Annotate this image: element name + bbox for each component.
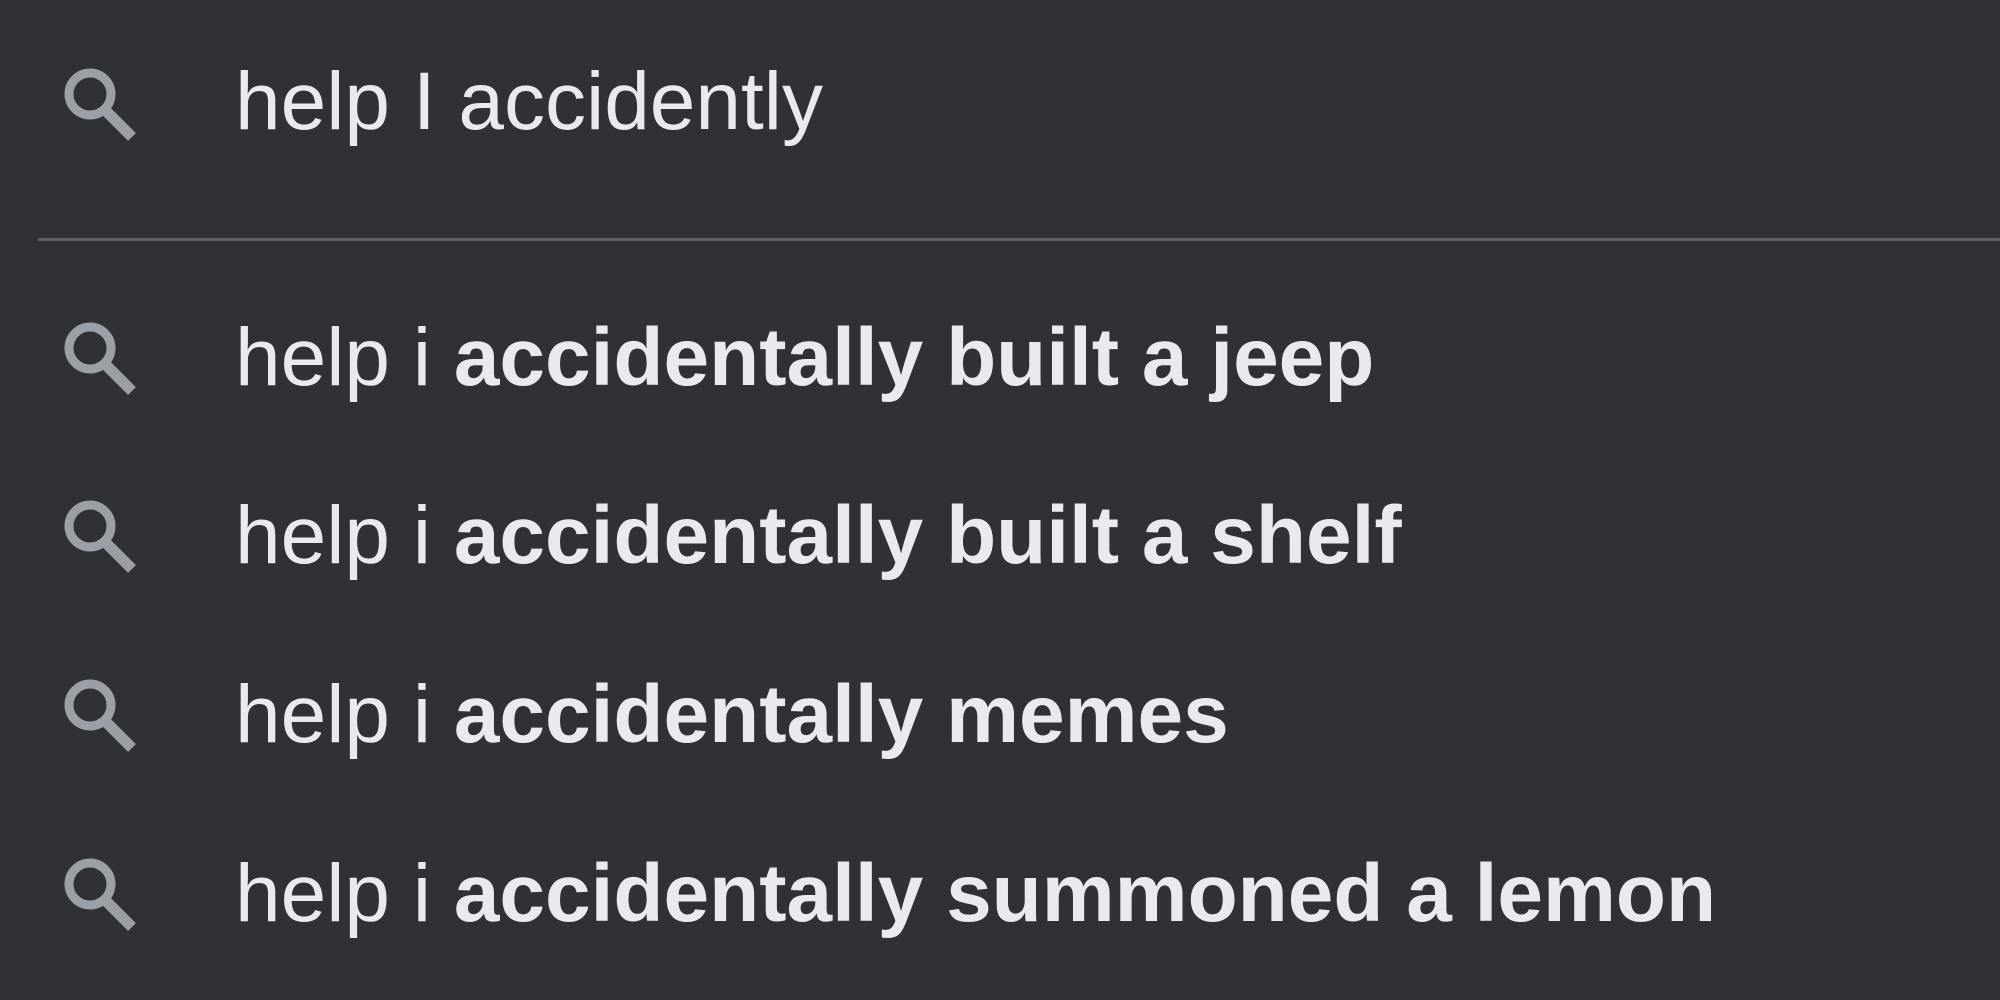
suggestion-item[interactable]: help i accidentally memes: [0, 627, 2000, 805]
search-icon: [54, 492, 144, 582]
suggestion-item[interactable]: help i accidentally built a jeep: [0, 270, 2000, 448]
search-icon: [54, 60, 144, 150]
search-autocomplete-panel: help i accidentally built a jeep help i …: [0, 0, 2000, 1000]
suggestion-prefix: help i: [235, 848, 454, 939]
divider: [38, 238, 2000, 241]
suggestion-completion: accidentally built a shelf: [453, 490, 1402, 581]
search-input[interactable]: [235, 52, 1935, 152]
search-icon: [54, 314, 144, 404]
search-icon: [54, 671, 144, 761]
suggestion-completion: accidentally built a jeep: [453, 312, 1375, 403]
suggestion-prefix: help i: [235, 490, 454, 581]
suggestion-completion: accidentally summoned a lemon: [453, 848, 1717, 939]
suggestion-text: help i accidentally built a jeep: [235, 308, 1374, 408]
search-icon: [54, 850, 144, 940]
suggestion-item[interactable]: help i accidentally built a shelf: [0, 448, 2000, 626]
suggestion-prefix: help i: [235, 312, 454, 403]
suggestion-text: help i accidentally summoned a lemon: [235, 844, 1716, 944]
suggestion-text: help i accidentally memes: [235, 665, 1229, 765]
suggestion-prefix: help i: [235, 669, 454, 760]
search-box[interactable]: [0, 0, 2000, 210]
suggestion-text: help i accidentally built a shelf: [235, 486, 1402, 586]
suggestion-completion: accidentally memes: [453, 669, 1229, 760]
suggestion-item[interactable]: help i accidentally summoned a lemon: [0, 806, 2000, 984]
